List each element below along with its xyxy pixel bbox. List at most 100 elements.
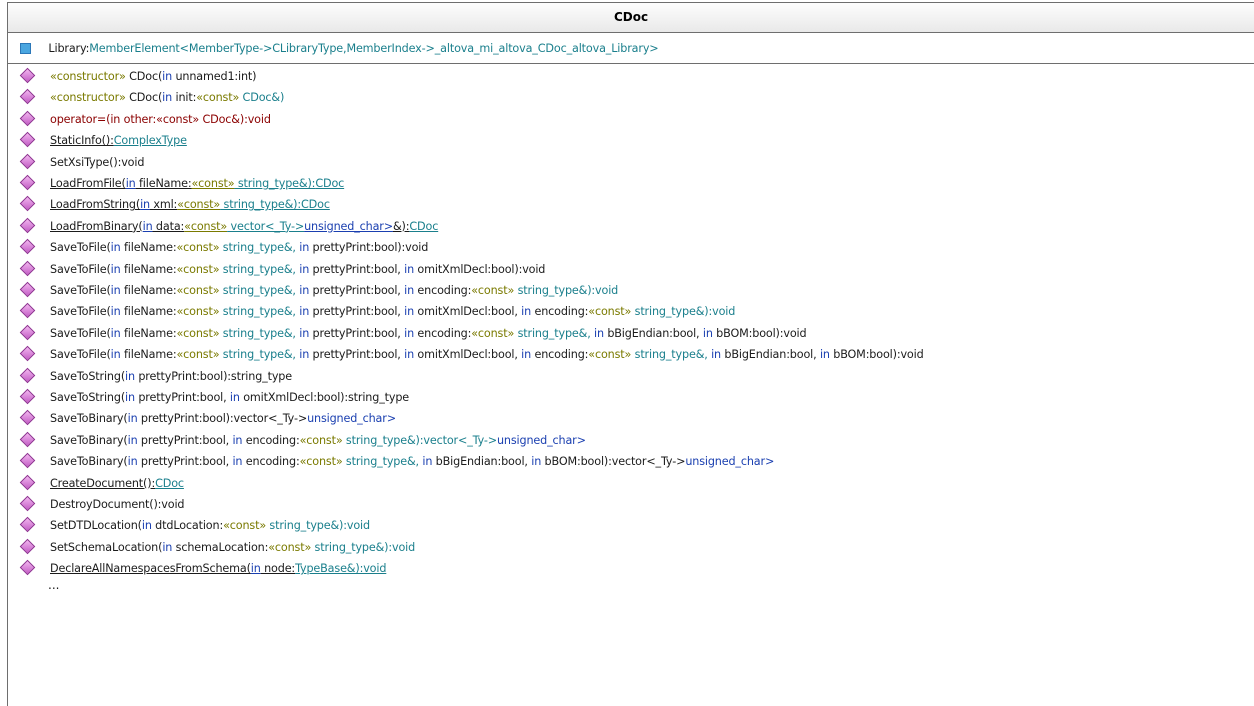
operation-row[interactable]: LoadFromString(in xml:«const» string_typ… (19, 196, 330, 214)
operation-row[interactable]: SaveToFile(in fileName:«const» string_ty… (19, 238, 428, 257)
operation-text-part: in (125, 369, 135, 383)
operation-text-part: in (299, 348, 310, 362)
operation-text-part: in (127, 455, 138, 469)
operation-text-part: fileName: (120, 326, 177, 340)
operation-text-part: schemaLocation: (172, 540, 269, 554)
operation-text-part: prettyPrint:bool, (134, 391, 230, 404)
operation-text-part: «const» (176, 262, 220, 276)
operation-text-part: unsigned_char> (304, 219, 393, 233)
operation-row[interactable]: SaveToBinary(in prettyPrint:bool, in enc… (19, 431, 586, 450)
operation-text-part: in (162, 540, 173, 554)
operation-text-part: CDoc&) (239, 91, 285, 105)
operation-row[interactable]: «constructor» CDoc(in init:«const» CDoc&… (19, 89, 285, 107)
operation-text-part: prettyPrint:bool, (137, 433, 233, 447)
operation-text-part: bBOM:bool):void (712, 326, 807, 340)
operation-row[interactable]: SetSchemaLocation(in schemaLocation:«con… (19, 538, 416, 557)
operation-text-part: «const» (471, 284, 515, 297)
operation-text-part: SaveToFile( (50, 262, 111, 276)
attribute-row[interactable]: Library:MemberElement<MemberType->CLibra… (20, 40, 659, 58)
operation-text-part: fileName: (135, 177, 192, 190)
operation-text-part: in (299, 326, 310, 340)
operation-text-part: in (594, 326, 604, 340)
attribute-square-icon (20, 43, 31, 54)
uml-class-box[interactable]: CDoc Library:MemberElement<MemberType->C… (7, 2, 1254, 706)
operation-text-part: fileName: (120, 348, 177, 362)
operation-text-part: DestroyDocument():void (50, 498, 185, 511)
operation-text-part: in (232, 433, 243, 447)
operation-text-part: string_type&, (219, 305, 300, 319)
operation-text-part: SaveToFile( (50, 348, 111, 362)
operation-row[interactable]: DestroyDocument():void (19, 495, 185, 514)
operation-row[interactable]: SaveToBinary(in prettyPrint:bool, in enc… (19, 452, 774, 471)
operation-row[interactable]: SaveToFile(in fileName:«const» string_ty… (19, 324, 807, 343)
operation-text-part: in (110, 241, 121, 255)
class-name-header[interactable]: CDoc (8, 3, 1254, 33)
operation-text-part: LoadFromString( (50, 198, 141, 212)
operation-text-part: in (110, 284, 121, 297)
operation-text-part: omitXmlDecl:bool):string_type (239, 391, 410, 404)
operation-row[interactable]: «constructor» CDoc(in unnamed1:int) (19, 67, 257, 86)
operation-row[interactable]: operator=(in other:«const» CDoc&):void (19, 110, 271, 129)
operation-row[interactable]: SetXsiType():void (19, 153, 144, 172)
operation-diamond-icon (19, 410, 36, 426)
operation-row[interactable]: SaveToFile(in fileName:«const» string_ty… (19, 303, 735, 321)
operation-text-part: omitXmlDecl:bool, (414, 305, 522, 319)
operation-text-part: string_type&):void (311, 540, 416, 554)
operation-row[interactable]: SetDTDLocation(in dtdLocation:«const» st… (19, 517, 370, 535)
operation-text-part: in (422, 455, 433, 469)
operation-text-part: prettyPrint:bool, (309, 284, 405, 297)
operation-text-part: xml: (149, 198, 178, 212)
operation-text-part: in (127, 433, 138, 447)
operation-row[interactable]: SaveToBinary(in prettyPrint:bool):vector… (19, 410, 396, 428)
operation-text-part: SaveToFile( (50, 241, 111, 255)
operation-text-part: «constructor» (50, 91, 126, 105)
operation-text-part: LoadFromFile( (50, 177, 126, 190)
operation-text-part: in (521, 305, 532, 319)
operation-diamond-icon (19, 452, 36, 469)
operation-diamond-icon (19, 131, 36, 148)
operation-text-part: «const» (299, 433, 343, 447)
operation-row[interactable]: LoadFromFile(in fileName:«const» string_… (19, 174, 345, 193)
operation-row[interactable]: SaveToFile(in fileName:«const» string_ty… (19, 281, 618, 300)
operation-text-part: SetSchemaLocation( (50, 540, 163, 554)
operation-text-part: bBOM:bool):void (829, 348, 924, 362)
operation-text-part: prettyPrint:bool, (309, 326, 405, 340)
operation-text-part: in (299, 305, 310, 319)
operation-row[interactable]: SaveToFile(in fileName:«const» string_ty… (19, 260, 546, 279)
operation-text-part: StaticInfo(): (50, 134, 114, 148)
operation-text-part: in (404, 262, 415, 276)
operation-text-part: SaveToFile( (50, 305, 111, 319)
operation-diamond-icon (19, 260, 36, 276)
operation-text-part: CDoc (155, 476, 184, 490)
operation-text-part: SaveToFile( (50, 326, 111, 340)
operation-diamond-icon (19, 110, 36, 127)
operation-diamond-icon (19, 367, 36, 383)
operation-text-part: «constructor» (50, 70, 126, 83)
operation-text-part: omitXmlDecl:bool):void (414, 262, 546, 276)
operation-text-part: «const» (588, 305, 632, 319)
operation-row[interactable]: LoadFromBinary(in data:«const» vector<_T… (19, 217, 438, 236)
operation-row[interactable]: DeclareAllNamespacesFromSchema(in node:T… (19, 559, 386, 578)
operation-diamond-icon (19, 324, 36, 341)
operation-row[interactable]: StaticInfo():ComplexType (19, 131, 187, 150)
operation-text-part: CDoc (315, 177, 345, 190)
operation-text-part: string_type&):vector<_Ty-> (342, 433, 497, 447)
operation-text-part: SaveToBinary( (50, 412, 128, 426)
operation-row[interactable]: SaveToString(in prettyPrint:bool, in omi… (19, 388, 410, 407)
operation-row[interactable]: CreateDocument():CDoc (19, 474, 184, 493)
operation-text-part: in (127, 412, 138, 426)
operation-text-part: string_type&, (631, 348, 712, 362)
operation-text-part: in (404, 305, 415, 319)
operation-text-part: in (140, 198, 150, 212)
operation-diamond-icon (19, 388, 36, 405)
operation-text-part: fileName: (120, 241, 177, 255)
operation-text-part: in (404, 326, 415, 340)
operation-row[interactable]: SaveToString(in prettyPrint:bool):string… (19, 367, 292, 386)
operation-text-part: encoding: (242, 455, 300, 469)
operation-text-part: in (404, 348, 415, 362)
operation-row[interactable]: SaveToFile(in fileName:«const» string_ty… (19, 345, 924, 364)
operation-text-part: encoding: (531, 305, 589, 319)
operation-text-part: SaveToBinary( (50, 455, 128, 469)
operation-diamond-icon (19, 474, 36, 490)
operation-text-part: in (141, 519, 152, 533)
